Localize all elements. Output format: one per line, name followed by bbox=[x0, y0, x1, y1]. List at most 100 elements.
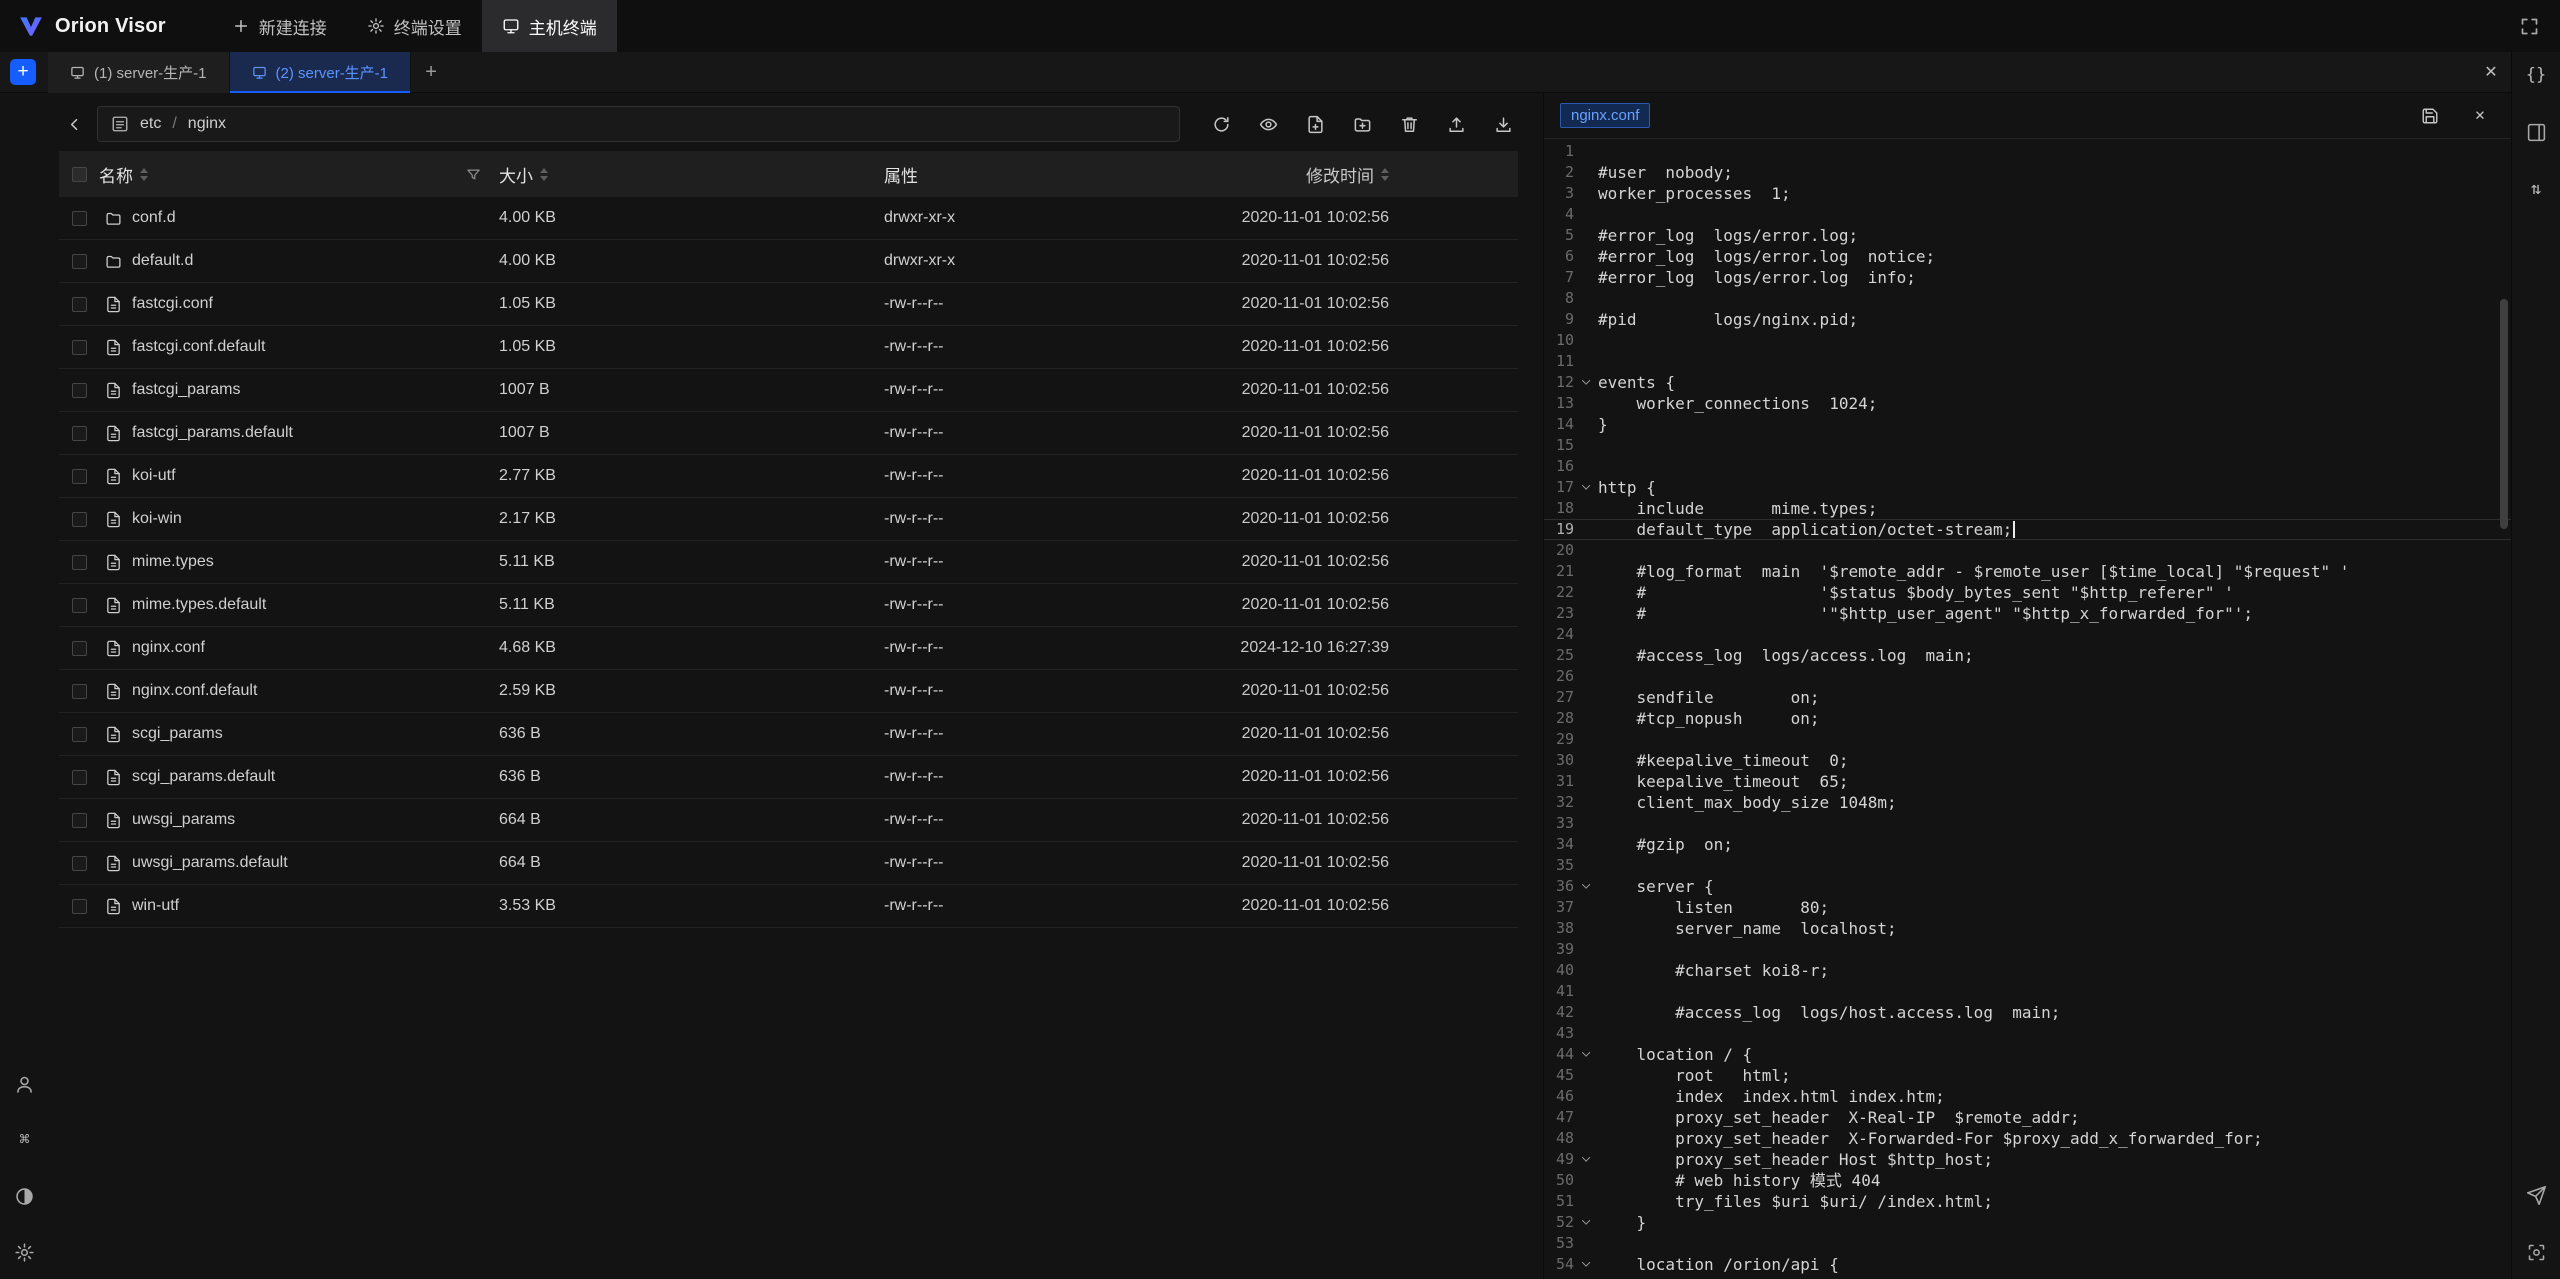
row-checkbox[interactable] bbox=[72, 469, 87, 484]
file-table-row[interactable]: fastcgi.conf 1.05 KB -rw-r--r-- 2020-11-… bbox=[59, 283, 1518, 326]
filter-button[interactable] bbox=[466, 167, 481, 182]
code-line[interactable]: 26 bbox=[1544, 666, 2511, 687]
code-line[interactable]: 25 #access_log logs/access.log main; bbox=[1544, 645, 2511, 666]
select-all-checkbox[interactable] bbox=[72, 167, 87, 182]
sort-mtime-control[interactable] bbox=[1381, 168, 1389, 181]
refresh-button[interactable] bbox=[1206, 109, 1236, 139]
code-line[interactable]: 13 worker_connections 1024; bbox=[1544, 393, 2511, 414]
row-checkbox[interactable] bbox=[72, 297, 87, 312]
theme-button[interactable] bbox=[10, 1181, 40, 1211]
code-line[interactable]: 41 bbox=[1544, 981, 2511, 1002]
code-line[interactable]: 40 #charset koi8-r; bbox=[1544, 960, 2511, 981]
nav-item-terminal-settings[interactable]: 终端设置 bbox=[347, 0, 482, 52]
code-line[interactable]: 48 proxy_set_header X-Forwarded-For $pro… bbox=[1544, 1128, 2511, 1149]
code-line[interactable]: 21 #log_format main '$remote_addr - $rem… bbox=[1544, 561, 2511, 582]
preview-button[interactable] bbox=[1253, 109, 1283, 139]
row-checkbox[interactable] bbox=[72, 770, 87, 785]
file-table-row[interactable]: win-utf 3.53 KB -rw-r--r-- 2020-11-01 10… bbox=[59, 885, 1518, 928]
code-line[interactable]: 8 bbox=[1544, 288, 2511, 309]
file-table-row[interactable]: scgi_params.default 636 B -rw-r--r-- 202… bbox=[59, 756, 1518, 799]
file-table-row[interactable]: mime.types.default 5.11 KB -rw-r--r-- 20… bbox=[59, 584, 1518, 627]
file-name[interactable]: uwsgi_params.default bbox=[132, 854, 288, 872]
code-line[interactable]: 39 bbox=[1544, 939, 2511, 960]
code-line[interactable]: 9 #pid logs/nginx.pid; bbox=[1544, 309, 2511, 330]
row-checkbox[interactable] bbox=[72, 340, 87, 355]
file-table-row[interactable]: conf.d 4.00 KB drwxr-xr-x 2020-11-01 10:… bbox=[59, 197, 1518, 240]
row-checkbox[interactable] bbox=[72, 684, 87, 699]
code-line[interactable]: 51 try_files $uri $uri/ /index.html; bbox=[1544, 1191, 2511, 1212]
tab-server-2[interactable]: (2) server-生产-1 bbox=[230, 52, 412, 93]
code-line[interactable]: 14 } bbox=[1544, 414, 2511, 435]
code-line[interactable]: 46 index index.html index.htm; bbox=[1544, 1086, 2511, 1107]
code-line[interactable]: 34 #gzip on; bbox=[1544, 834, 2511, 855]
code-line[interactable]: 49 proxy_set_header Host $http_host; bbox=[1544, 1149, 2511, 1170]
new-tab-button[interactable]: + bbox=[411, 52, 451, 93]
code-line[interactable]: 45 root html; bbox=[1544, 1065, 2511, 1086]
code-line[interactable]: 2 #user nobody; bbox=[1544, 162, 2511, 183]
code-line[interactable]: 4 bbox=[1544, 204, 2511, 225]
panel-layout-button[interactable] bbox=[2521, 117, 2551, 147]
row-checkbox[interactable] bbox=[72, 211, 87, 226]
file-table-row[interactable]: nginx.conf.default 2.59 KB -rw-r--r-- 20… bbox=[59, 670, 1518, 713]
file-name[interactable]: fastcgi.conf bbox=[132, 295, 213, 313]
code-line[interactable]: 27 sendfile on; bbox=[1544, 687, 2511, 708]
file-table-row[interactable]: mime.types 5.11 KB -rw-r--r-- 2020-11-01… bbox=[59, 541, 1518, 584]
file-name[interactable]: default.d bbox=[132, 252, 193, 270]
fold-toggle[interactable] bbox=[1574, 1051, 1598, 1057]
code-line[interactable]: 50 # web history 模式 404 bbox=[1544, 1170, 2511, 1191]
fold-toggle[interactable] bbox=[1574, 883, 1598, 889]
fold-toggle[interactable] bbox=[1574, 484, 1598, 490]
row-checkbox[interactable] bbox=[72, 254, 87, 269]
file-table-row[interactable]: nginx.conf 4.68 KB -rw-r--r-- 2024-12-10… bbox=[59, 627, 1518, 670]
row-checkbox[interactable] bbox=[72, 555, 87, 570]
file-table-row[interactable]: koi-win 2.17 KB -rw-r--r-- 2020-11-01 10… bbox=[59, 498, 1518, 541]
row-checkbox[interactable] bbox=[72, 856, 87, 871]
file-name[interactable]: uwsgi_params bbox=[132, 811, 235, 829]
code-line[interactable]: 19 default_type application/octet-stream… bbox=[1544, 519, 2511, 540]
nav-item-host-terminal[interactable]: 主机终端 bbox=[482, 0, 617, 52]
path-breadcrumb[interactable]: etc / nginx bbox=[97, 106, 1180, 142]
file-name[interactable]: fastcgi_params bbox=[132, 381, 241, 399]
row-checkbox[interactable] bbox=[72, 426, 87, 441]
directory-list-icon[interactable] bbox=[111, 115, 129, 133]
row-checkbox[interactable] bbox=[72, 727, 87, 742]
contacts-button[interactable] bbox=[10, 1069, 40, 1099]
file-name[interactable]: nginx.conf.default bbox=[132, 682, 257, 700]
row-checkbox[interactable] bbox=[72, 598, 87, 613]
download-button[interactable] bbox=[1488, 109, 1518, 139]
file-name[interactable]: scgi_params bbox=[132, 725, 223, 743]
row-checkbox[interactable] bbox=[72, 512, 87, 527]
delete-button[interactable] bbox=[1394, 109, 1424, 139]
code-line[interactable]: 31 keepalive_timeout 65; bbox=[1544, 771, 2511, 792]
code-line[interactable]: 30 #keepalive_timeout 0; bbox=[1544, 750, 2511, 771]
file-name[interactable]: koi-utf bbox=[132, 467, 176, 485]
code-line[interactable]: 35 bbox=[1544, 855, 2511, 876]
fold-toggle[interactable] bbox=[1574, 379, 1598, 385]
code-line[interactable]: 11 bbox=[1544, 351, 2511, 372]
code-line[interactable]: 7 #error_log logs/error.log info; bbox=[1544, 267, 2511, 288]
code-line[interactable]: 5 #error_log logs/error.log; bbox=[1544, 225, 2511, 246]
code-line[interactable]: 32 client_max_body_size 1048m; bbox=[1544, 792, 2511, 813]
code-line[interactable]: 33 bbox=[1544, 813, 2511, 834]
code-line[interactable]: 44 location / { bbox=[1544, 1044, 2511, 1065]
upload-button[interactable] bbox=[1441, 109, 1471, 139]
code-line[interactable]: 3 worker_processes 1; bbox=[1544, 183, 2511, 204]
code-line[interactable]: 6 #error_log logs/error.log notice; bbox=[1544, 246, 2511, 267]
command-palette-button[interactable]: ⌘ bbox=[10, 1125, 40, 1155]
file-table-row[interactable]: fastcgi.conf.default 1.05 KB -rw-r--r-- … bbox=[59, 326, 1518, 369]
file-name[interactable]: mime.types bbox=[132, 553, 214, 571]
file-table-row[interactable]: fastcgi_params 1007 B -rw-r--r-- 2020-11… bbox=[59, 369, 1518, 412]
file-name[interactable]: fastcgi.conf.default bbox=[132, 338, 265, 356]
fold-toggle[interactable] bbox=[1574, 1261, 1598, 1267]
file-name[interactable]: win-utf bbox=[132, 897, 179, 915]
code-line[interactable]: 24 bbox=[1544, 624, 2511, 645]
file-table-row[interactable]: fastcgi_params.default 1007 B -rw-r--r--… bbox=[59, 412, 1518, 455]
code-line[interactable]: 12 events { bbox=[1544, 372, 2511, 393]
row-checkbox[interactable] bbox=[72, 383, 87, 398]
close-editor-button[interactable]: ✕ bbox=[2465, 101, 2495, 131]
scrollbar-thumb[interactable] bbox=[2500, 299, 2508, 529]
code-line[interactable]: 15 bbox=[1544, 435, 2511, 456]
code-editor[interactable]: 1 2 #user nobody; 3 worker_processes 1; … bbox=[1544, 139, 2511, 1278]
code-line[interactable]: 22 # '$status $body_bytes_sent "$http_re… bbox=[1544, 582, 2511, 603]
code-line[interactable]: 28 #tcp_nopush on; bbox=[1544, 708, 2511, 729]
